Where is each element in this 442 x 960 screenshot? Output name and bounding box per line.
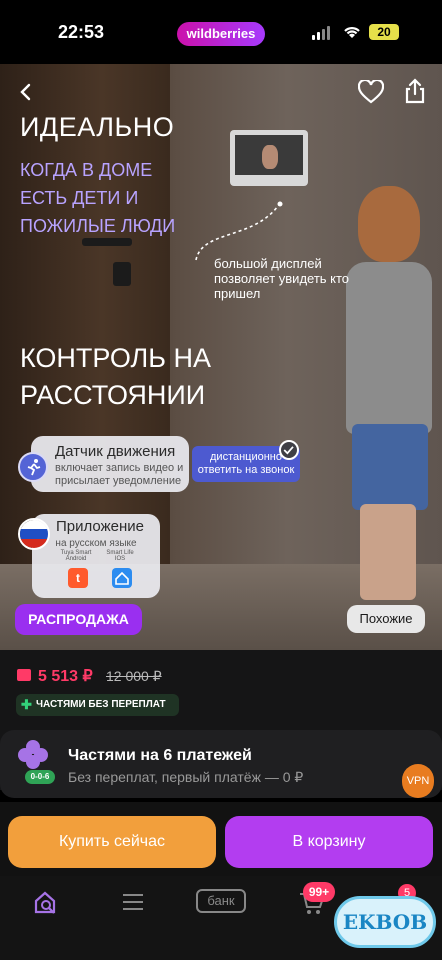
wildberries-pill[interactable]: wildberries	[177, 22, 265, 46]
hero-subtitle: КОГДА В ДОМЕ ЕСТЬ ДЕТИ И ПОЖИЛЫЕ ЛЮДИ	[20, 160, 176, 236]
menu-icon[interactable]	[122, 892, 144, 912]
status-bar: 22:53 wildberries 20	[0, 0, 442, 64]
app-language: на русском языке	[55, 538, 137, 549]
app-title: Приложение	[56, 518, 144, 535]
installment-chip-label: ЧАСТЯМИ БЕЗ ПЕРЕПЛАТ	[36, 699, 166, 710]
status-time: 22:53	[58, 22, 105, 42]
display-note: большой дисплей позволяет увидеть кто пр…	[214, 256, 350, 301]
wifi-icon	[344, 27, 360, 38]
buy-now-button[interactable]: Купить сейчас	[8, 816, 216, 868]
cart-badge: 99+	[303, 882, 335, 902]
signal-icon	[312, 26, 330, 40]
add-to-cart-button[interactable]: В корзину	[225, 816, 433, 868]
intercom-monitor	[230, 130, 308, 186]
boy-figure-shirt	[346, 262, 432, 434]
old-price: 12 000 ₽	[106, 668, 162, 684]
boy-figure-shorts	[352, 424, 428, 510]
boy-figure-head	[358, 186, 420, 262]
door-lock	[113, 262, 131, 286]
installment-badge: 0-0-6	[25, 770, 55, 784]
current-price: 5 513 ₽	[38, 668, 93, 685]
clover-icon	[18, 740, 48, 770]
smart-life-app-icon	[112, 568, 132, 588]
installment-title: Частями на 6 платежей	[68, 747, 252, 764]
motion-title: Датчик движения	[55, 443, 176, 460]
hero-title-remote: КОНТРОЛЬ НА РАССТОЯНИИ	[20, 343, 211, 410]
share-icon[interactable]	[404, 78, 426, 104]
back-arrow-icon[interactable]	[16, 82, 36, 102]
app-card: Приложение на русском языке Tuya Smart A…	[32, 514, 160, 598]
battery-indicator: 20	[369, 24, 399, 40]
boy-figure-legs	[360, 504, 416, 600]
russian-flag-icon	[18, 518, 50, 550]
heart-icon[interactable]	[358, 80, 384, 104]
motion-desc: включает запись видео и присылает уведом…	[55, 462, 184, 487]
tuya-app-icon: t	[68, 568, 88, 588]
watermark-logo: EKBOB	[334, 896, 436, 948]
curved-arrow-icon	[195, 201, 283, 261]
wallet-icon	[17, 669, 31, 681]
running-person-icon	[18, 452, 48, 482]
nav-bank[interactable]: банк	[196, 889, 246, 913]
home-search-icon[interactable]	[33, 890, 59, 916]
store-smartlife: Smart Life IOS	[100, 550, 140, 562]
plus-icon: ✚	[21, 697, 32, 712]
store-tuya: Tuya Smart Android	[56, 550, 96, 562]
store-smartlife-os: IOS	[114, 556, 126, 562]
vpn-badge[interactable]: VPN	[402, 764, 434, 798]
hero-title: ИДЕАЛЬНО	[20, 112, 175, 142]
similar-button[interactable]: Похожие	[347, 605, 425, 633]
check-icon	[279, 440, 299, 460]
motion-sensor-card: Датчик движения включает запись видео и …	[31, 436, 189, 492]
installment-subtitle: Без переплат, первый платёж — 0 ₽	[68, 769, 304, 785]
sale-badge: РАСПРОДАЖА	[15, 604, 142, 635]
installment-chip[interactable]: ✚ ЧАСТЯМИ БЕЗ ПЕРЕПЛАТ	[16, 694, 179, 716]
store-tuya-os: Android	[65, 556, 87, 562]
